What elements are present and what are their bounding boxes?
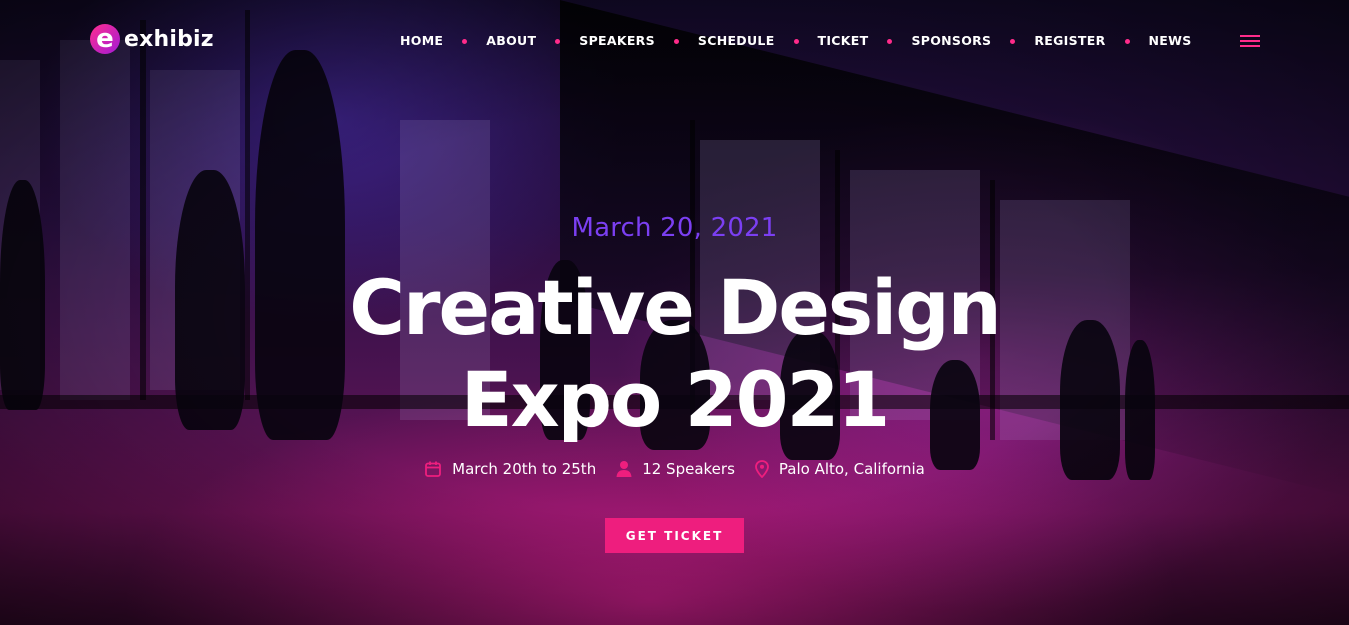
- hero-title-line-1: Creative Design: [349, 263, 1001, 352]
- meta-speakers-text: 12 Speakers: [642, 460, 735, 478]
- hero-section: March 20, 2021 Creative Design Expo 2021…: [0, 0, 1349, 625]
- event-meta: March 20th to 25th 12 Speakers Palo Alto…: [0, 460, 1349, 478]
- meta-location: Palo Alto, California: [754, 460, 925, 478]
- meta-dates: March 20th to 25th: [424, 460, 596, 478]
- event-date: March 20, 2021: [571, 213, 778, 243]
- user-icon: [616, 461, 632, 477]
- calendar-icon: [425, 461, 442, 477]
- meta-location-text: Palo Alto, California: [778, 460, 925, 478]
- meta-speakers: 12 Speakers: [616, 460, 735, 478]
- get-ticket-button[interactable]: GET TICKET: [605, 518, 744, 553]
- hero-title: Creative Design Expo 2021: [0, 262, 1349, 446]
- hero-title-line-2: Expo 2021: [460, 355, 891, 444]
- meta-dates-text: March 20th to 25th: [452, 460, 597, 478]
- map-pin-icon: [754, 460, 769, 478]
